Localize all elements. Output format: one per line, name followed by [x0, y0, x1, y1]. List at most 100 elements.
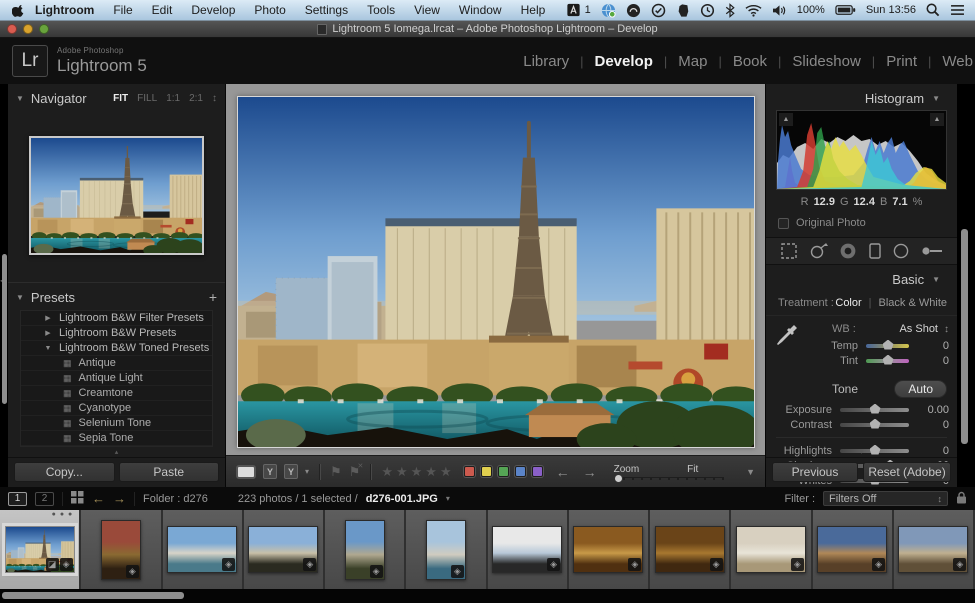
color-label-swatch[interactable]	[515, 466, 526, 477]
star-icon[interactable]: ★	[396, 464, 409, 480]
navigator-zoom-1:1[interactable]: 1:1	[166, 93, 180, 104]
main-photo[interactable]	[237, 96, 755, 448]
menu-item-file[interactable]: File	[113, 3, 132, 17]
basic-header[interactable]: Basic ▼	[766, 269, 957, 289]
preset-group[interactable]: ▼ Lightroom B&W Toned Presets	[21, 341, 212, 356]
flag-pick-icon[interactable]: ⚑	[330, 464, 342, 480]
notification-center-icon[interactable]	[950, 4, 965, 16]
triangle-down-icon[interactable]: ▼	[932, 94, 940, 103]
filmstrip-thumb-hotel-lobby[interactable]: ◈	[731, 510, 812, 589]
develop-badge-icon[interactable]: ◈	[451, 565, 464, 578]
histogram-box[interactable]: ▲ ▲	[776, 110, 947, 190]
folder-label[interactable]: Folder : d276	[143, 493, 208, 505]
menu-item-photo[interactable]: Photo	[254, 3, 285, 17]
navigator-zoom-fill[interactable]: FILL	[137, 93, 157, 104]
previous-photo-icon[interactable]: ←	[556, 464, 570, 480]
slider-handle[interactable]	[883, 340, 894, 350]
zoom-window-button[interactable]	[39, 24, 49, 34]
go-forward-icon[interactable]: →	[113, 491, 126, 506]
navigator-header[interactable]: ▼ Navigator FITFILL1:12:1↕	[8, 88, 225, 108]
red-eye-tool-icon[interactable]	[839, 242, 857, 260]
filmstrip-thumb-overexposed-crowd[interactable]: ◈	[488, 510, 569, 589]
right-panel-scrollbar[interactable]	[961, 229, 968, 444]
develop-badge-icon[interactable]: ◈	[872, 558, 885, 571]
preset-item[interactable]: ▦ Sepia Tone	[21, 431, 212, 446]
radial-filter-icon[interactable]	[892, 242, 910, 260]
go-back-icon[interactable]: ←	[92, 491, 105, 506]
presets-header[interactable]: ▼ Presets +	[8, 287, 225, 307]
develop-badge-icon[interactable]: ◈	[126, 565, 139, 578]
develop-badge-icon[interactable]: ◈	[370, 565, 383, 578]
loupe-view-icon[interactable]	[236, 465, 256, 479]
filmstrip-scrollbar-thumb[interactable]	[2, 592, 184, 599]
apple-menu[interactable]	[12, 3, 25, 18]
spotlight-icon[interactable]	[926, 3, 940, 17]
menu-item-help[interactable]: Help	[521, 3, 546, 17]
filmstrip-thumb-las-vegas-skyline[interactable]: ● ● ● ◈◪	[0, 510, 81, 589]
wifi-icon[interactable]	[745, 4, 762, 17]
star-icon[interactable]: ★	[425, 464, 438, 480]
color-label-swatch[interactable]	[532, 466, 543, 477]
adjustment-brush-icon[interactable]	[921, 242, 943, 260]
triangle-down-icon[interactable]: ▼	[43, 345, 53, 352]
color-label-swatch[interactable]	[481, 466, 492, 477]
menu-item-settings[interactable]: Settings	[305, 3, 348, 17]
filmstrip-thumb-street-mall[interactable]: ◈	[813, 510, 894, 589]
lightroom-sync-icon[interactable]	[566, 3, 581, 17]
next-photo-icon[interactable]: →	[583, 464, 597, 480]
triangle-down-icon[interactable]: ▼	[16, 293, 24, 302]
battery-icon[interactable]	[835, 4, 856, 16]
menu-item-lightroom[interactable]: Lightroom	[35, 3, 94, 17]
color-label-swatch[interactable]	[498, 466, 509, 477]
star-icon[interactable]: ★	[411, 464, 424, 480]
reset-button[interactable]: Reset (Adobe)	[863, 462, 951, 482]
filmstrip-thumb-eiffel-tower[interactable]: ◈	[325, 510, 406, 589]
develop-badge-icon[interactable]: ◈	[60, 558, 73, 571]
navigator-preview[interactable]	[29, 136, 204, 255]
navigator-zoom-2:1[interactable]: 2:1	[189, 93, 203, 104]
module-book[interactable]: Book	[733, 53, 767, 70]
preset-item[interactable]: ▦ Antique Light	[21, 371, 212, 386]
wb-dropdown-icon[interactable]: ↕	[944, 324, 949, 335]
develop-badge-icon[interactable]: ◈	[628, 558, 641, 571]
fit-label[interactable]: Fit	[687, 464, 698, 475]
previous-button[interactable]: Previous	[772, 462, 858, 482]
crop-tool-icon[interactable]	[780, 242, 798, 260]
eyedropper-icon[interactable]	[776, 324, 798, 353]
develop-badge-icon[interactable]: ◈	[791, 558, 804, 571]
preset-group[interactable]: ▶ Lightroom B&W Filter Presets	[21, 311, 212, 326]
window-title-bar[interactable]: Lightroom 5 Iomega.lrcat – Adobe Photosh…	[0, 21, 975, 38]
filmstrip-thumb-casino-dome[interactable]: ◈	[569, 510, 650, 589]
module-map[interactable]: Map	[678, 53, 707, 70]
color-label-swatch[interactable]	[464, 466, 475, 477]
zoom-slider-handle[interactable]	[614, 474, 623, 483]
develop-badge-icon[interactable]: ◈	[222, 558, 235, 571]
preset-item[interactable]: ▦ Creamtone	[21, 386, 212, 401]
preset-item[interactable]: ▦ Selenium Tone	[21, 416, 212, 431]
histogram-header[interactable]: Histogram ▼	[766, 88, 957, 108]
secondary-monitor-button[interactable]: 2	[35, 492, 54, 506]
preset-item[interactable]: ▦ Antique	[21, 356, 212, 371]
module-slideshow[interactable]: Slideshow	[792, 53, 860, 70]
slider-handle[interactable]	[883, 355, 894, 365]
globe-icon[interactable]	[601, 3, 616, 18]
menu-item-tools[interactable]: Tools	[367, 3, 395, 17]
before-after-split-icon[interactable]: Y	[284, 464, 298, 479]
develop-badge-icon[interactable]: ◈	[710, 558, 723, 571]
navigator-zoom-stepper-icon[interactable]: ↕	[212, 93, 217, 104]
filter-lock-icon[interactable]	[956, 491, 967, 507]
star-icon[interactable]: ★	[440, 464, 453, 480]
slider-track[interactable]	[866, 344, 909, 348]
slider-handle[interactable]	[870, 404, 881, 414]
spot-removal-icon[interactable]	[809, 242, 829, 260]
auto-tone-button[interactable]: Auto	[894, 380, 947, 398]
menu-item-edit[interactable]: Edit	[152, 3, 173, 17]
minimize-window-button[interactable]	[23, 24, 33, 34]
menu-clock[interactable]: Sun 13:56	[866, 4, 916, 16]
menu-item-view[interactable]: View	[414, 3, 440, 17]
menu-item-window[interactable]: Window	[459, 3, 502, 17]
wb-value[interactable]: As Shot	[899, 323, 938, 335]
filmstrip-thumb-hotel-with-tree[interactable]: ◈	[244, 510, 325, 589]
slider-handle[interactable]	[870, 419, 881, 429]
star-icon[interactable]: ★	[381, 464, 394, 480]
